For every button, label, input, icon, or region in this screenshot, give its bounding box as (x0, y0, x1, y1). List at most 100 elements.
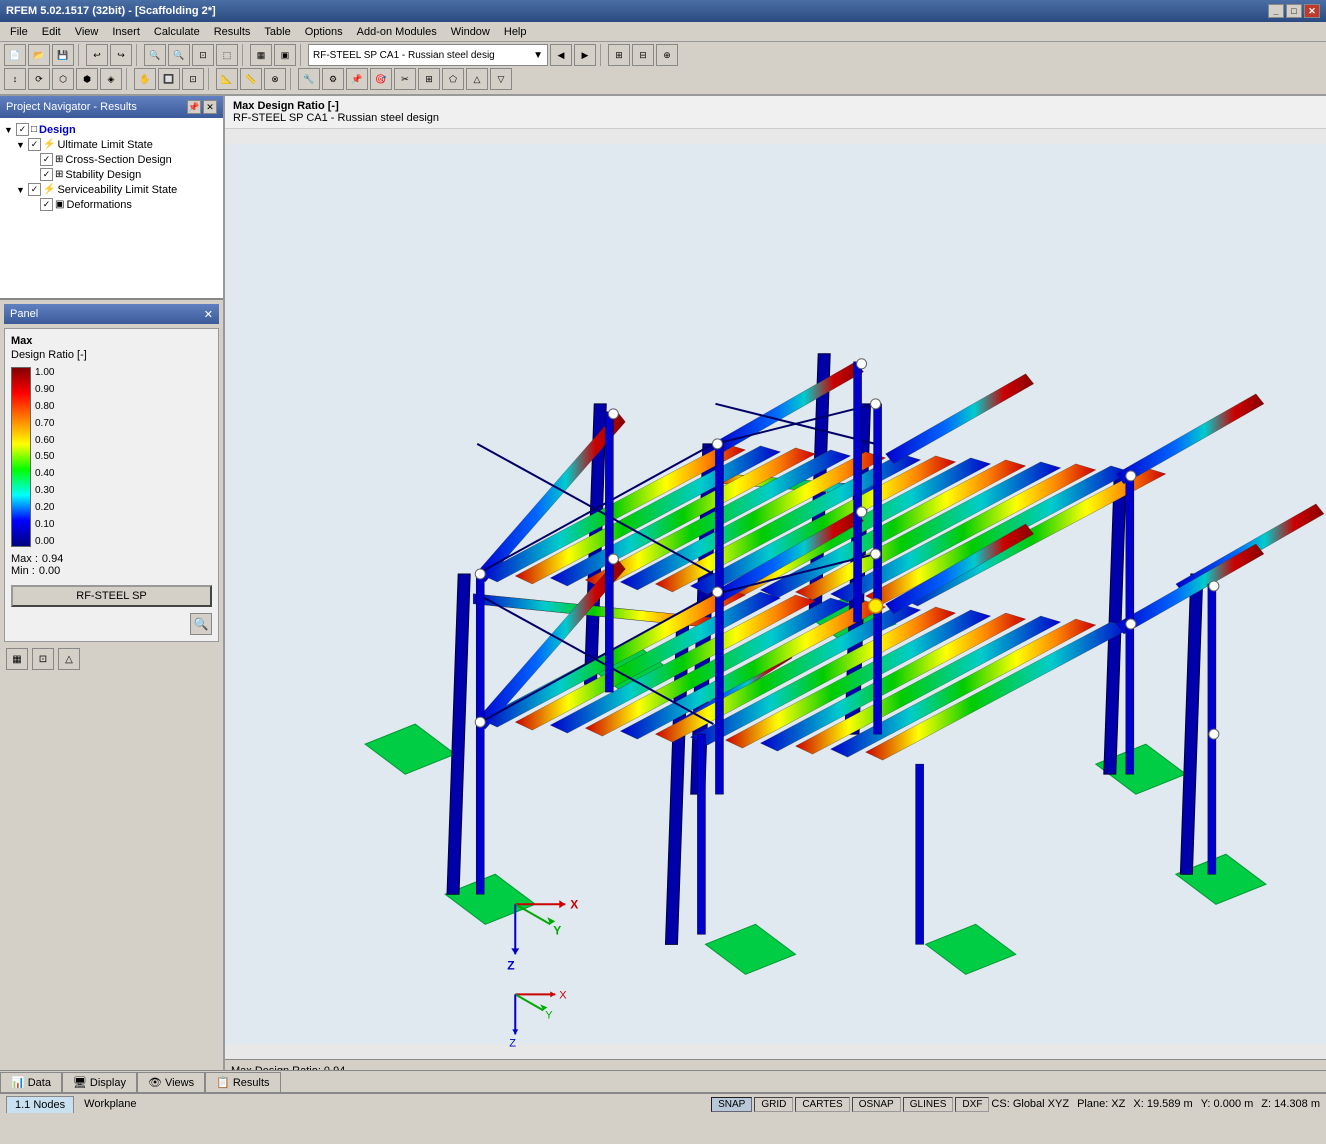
legend-val-0.90: 0.90 (35, 384, 54, 395)
project-navigator: Project Navigator - Results 📌 ✕ ▼ ✓ □ De… (0, 96, 223, 300)
menu-item-edit[interactable]: Edit (36, 25, 67, 39)
menu-item-calculate[interactable]: Calculate (148, 25, 206, 39)
toolbar-row-1: 📄 📂 💾 ↩ ↪ 🔍 🔍 ⊡ ⬚ ▦ ▣ RF-STEEL SP CA1 - … (4, 44, 1322, 66)
tab-results[interactable]: 📋 Results (205, 1072, 280, 1092)
tb-r15[interactable]: 🎯 (370, 68, 392, 90)
tb-r5[interactable]: ◈ (100, 68, 122, 90)
tb-zoom-in[interactable]: 🔍 (144, 44, 166, 66)
sd-label: Stability Design (65, 169, 141, 181)
z-coord: Z: 14.308 m (1261, 1098, 1320, 1110)
tb-zoom-window[interactable]: ⬚ (216, 44, 238, 66)
tree-item-deformations[interactable]: ✓ ▣ Deformations (4, 197, 219, 212)
check-csd[interactable]: ✓ (40, 153, 53, 166)
tb-r18[interactable]: ⬠ (442, 68, 464, 90)
nodes-tab[interactable]: 1.1 Nodes (6, 1096, 74, 1113)
snap-controls: SNAP GRID CARTES OSNAP GLINES DXF (711, 1097, 991, 1112)
tb-r11[interactable]: ⊗ (264, 68, 286, 90)
dropdown-text: RF-STEEL SP CA1 - Russian steel desig (313, 50, 495, 61)
tb-r19[interactable]: △ (466, 68, 488, 90)
menu-item-view[interactable]: View (69, 25, 105, 39)
tree-item-uls[interactable]: ▼ ✓ ⚡ Ultimate Limit State (4, 137, 219, 152)
osnap-button[interactable]: OSNAP (852, 1097, 901, 1112)
design-icon: □ (31, 124, 37, 135)
menu-item-file[interactable]: File (4, 25, 34, 39)
check-uls[interactable]: ✓ (28, 138, 41, 151)
tb-new[interactable]: 📄 (4, 44, 26, 66)
tab-display[interactable]: 🖥 Display (62, 1072, 137, 1092)
view-area: Max Design Ratio [-] RF-STEEL SP CA1 - R… (225, 96, 1326, 1070)
menu-item-results[interactable]: Results (208, 25, 257, 39)
check-sls[interactable]: ✓ (28, 183, 41, 196)
check-sd[interactable]: ✓ (40, 168, 53, 181)
menu-item-insert[interactable]: Insert (106, 25, 146, 39)
tb-extra1[interactable]: ⊞ (608, 44, 630, 66)
tb-save[interactable]: 💾 (52, 44, 74, 66)
tb-render[interactable]: ▦ (250, 44, 272, 66)
tb-panel-view[interactable]: ⊡ (32, 648, 54, 670)
tb-r2[interactable]: ⟳ (28, 68, 50, 90)
max-min-area: Max :0.94 Min :0.00 (11, 553, 212, 577)
check-design[interactable]: ✓ (16, 123, 29, 136)
cartes-button[interactable]: CARTES (795, 1097, 849, 1112)
tb-r20[interactable]: ▽ (490, 68, 512, 90)
tb-extra3[interactable]: ⊕ (656, 44, 678, 66)
tb-prev[interactable]: ◀ (550, 44, 572, 66)
status-bottom-2: 1.1 Nodes Workplane SNAP GRID CARTES OSN… (0, 1092, 1326, 1114)
main-area: Project Navigator - Results 📌 ✕ ▼ ✓ □ De… (0, 96, 1326, 1070)
nav-close-button[interactable]: ✕ (203, 100, 217, 114)
maximize-button[interactable]: □ (1286, 4, 1302, 18)
tb-r13[interactable]: ⚙ (322, 68, 344, 90)
tab-views[interactable]: 👁 Views (137, 1072, 205, 1092)
tb-r7[interactable]: 🔲 (158, 68, 180, 90)
data-tab-icon: 📊 (11, 1076, 25, 1089)
glines-button[interactable]: GLINES (903, 1097, 954, 1112)
close-button[interactable]: ✕ (1304, 4, 1320, 18)
panel-area: Panel ✕ Max Design Ratio [-] 1.00 0.90 0… (0, 300, 223, 1070)
tb-r1[interactable]: ↕ (4, 68, 26, 90)
tb-open[interactable]: 📂 (28, 44, 50, 66)
tb-redo[interactable]: ↪ (110, 44, 132, 66)
tree-item-stability[interactable]: ✓ ⊞ Stability Design (4, 167, 219, 182)
dxf-button[interactable]: DXF (955, 1097, 989, 1112)
menu-item-window[interactable]: Window (445, 25, 496, 39)
tb-zoom-all[interactable]: ⊡ (192, 44, 214, 66)
rf-steel-button[interactable]: RF-STEEL SP (11, 585, 212, 607)
tb-panel-settings[interactable]: △ (58, 648, 80, 670)
magnify-button[interactable]: 🔍 (190, 613, 212, 635)
tb-r16[interactable]: ✂ (394, 68, 416, 90)
toolbar-dropdown[interactable]: RF-STEEL SP CA1 - Russian steel desig ▼ (308, 44, 548, 66)
legend-val-0.60: 0.60 (35, 435, 54, 446)
tb-r10[interactable]: 📏 (240, 68, 262, 90)
tb-r4[interactable]: ⬢ (76, 68, 98, 90)
tb-panel-grid[interactable]: ▦ (6, 648, 28, 670)
panel-title-text: Panel (10, 308, 38, 320)
menu-item-table[interactable]: Table (258, 25, 296, 39)
nav-pin-button[interactable]: 📌 (187, 100, 201, 114)
tb-r17[interactable]: ⊞ (418, 68, 440, 90)
tree-item-cross-section[interactable]: ✓ ⊞ Cross-Section Design (4, 152, 219, 167)
csd-label: Cross-Section Design (65, 154, 171, 166)
tb-extra2[interactable]: ⊟ (632, 44, 654, 66)
tree-item-sls[interactable]: ▼ ✓ ⚡ Serviceability Limit State (4, 182, 219, 197)
menu-item-help[interactable]: Help (498, 25, 533, 39)
tb-undo[interactable]: ↩ (86, 44, 108, 66)
panel-close-btn[interactable]: ✕ (204, 308, 213, 321)
check-def[interactable]: ✓ (40, 198, 53, 211)
minimize-button[interactable]: _ (1268, 4, 1284, 18)
grid-button[interactable]: GRID (754, 1097, 793, 1112)
menu-item-options[interactable]: Options (299, 25, 349, 39)
tb-next[interactable]: ▶ (574, 44, 596, 66)
tb-r3[interactable]: ⬡ (52, 68, 74, 90)
tab-data[interactable]: 📊 Data (0, 1072, 62, 1092)
menu-item-addon[interactable]: Add-on Modules (351, 25, 443, 39)
tb-zoom-out[interactable]: 🔍 (168, 44, 190, 66)
snap-button[interactable]: SNAP (711, 1097, 752, 1112)
tb-r14[interactable]: 📌 (346, 68, 368, 90)
tb-r6[interactable]: ✋ (134, 68, 156, 90)
legend-val-0.20: 0.20 (35, 502, 54, 513)
tb-r8[interactable]: ⊡ (182, 68, 204, 90)
tree-item-design[interactable]: ▼ ✓ □ Design (4, 122, 219, 137)
tb-r12[interactable]: 🔧 (298, 68, 320, 90)
tb-view3d[interactable]: ▣ (274, 44, 296, 66)
tb-r9[interactable]: 📐 (216, 68, 238, 90)
